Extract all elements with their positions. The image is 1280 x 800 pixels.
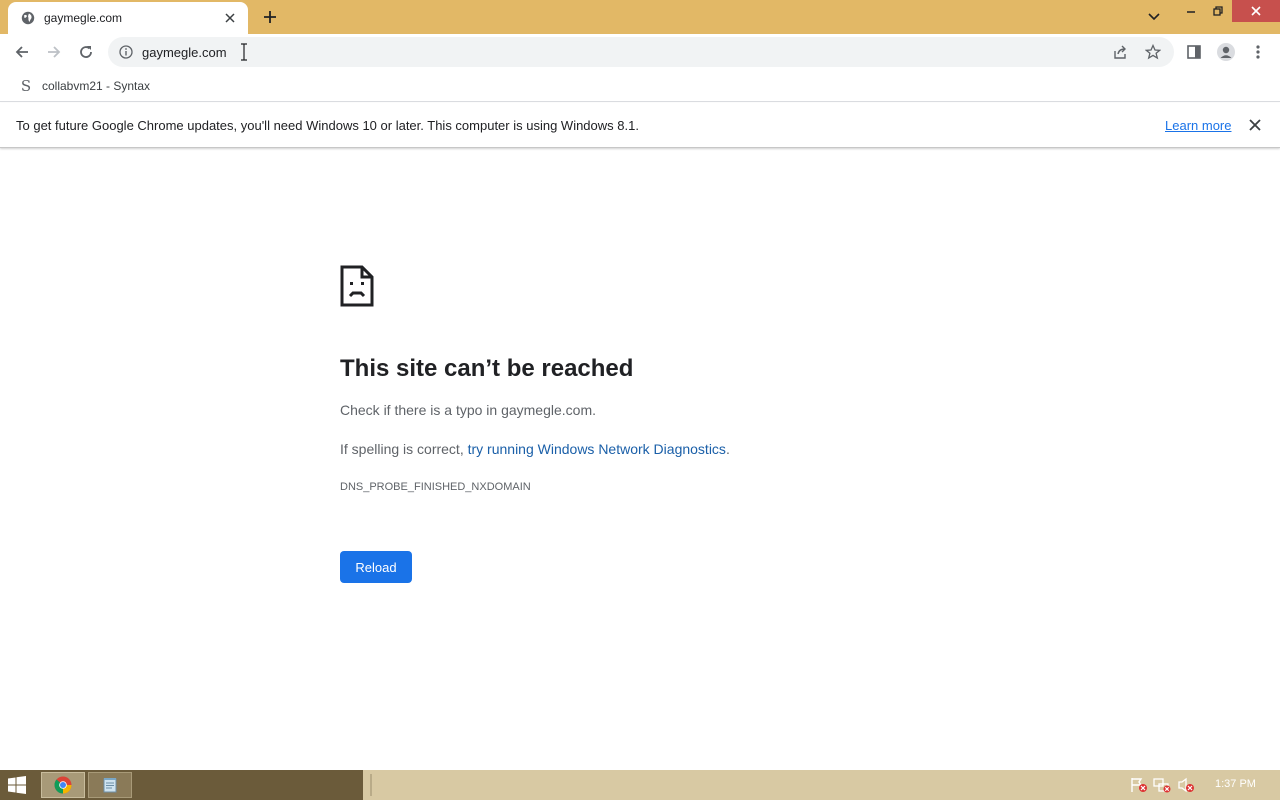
forward-button[interactable] bbox=[40, 38, 68, 66]
reload-button[interactable]: Reload bbox=[340, 551, 412, 583]
share-icon[interactable] bbox=[1112, 43, 1130, 61]
taskbar-separator bbox=[370, 774, 372, 796]
side-panel-icon[interactable] bbox=[1180, 38, 1208, 66]
taskbar-notepad-button[interactable] bbox=[88, 772, 132, 798]
tab-title: gaymegle.com bbox=[44, 11, 123, 25]
infobar-message: To get future Google Chrome updates, you… bbox=[16, 118, 639, 133]
learn-more-link[interactable]: Learn more bbox=[1165, 118, 1231, 133]
close-window-button[interactable] bbox=[1232, 0, 1280, 22]
network-diagnostics-link[interactable]: try running Windows Network Diagnostics bbox=[468, 441, 726, 457]
close-tab-icon[interactable] bbox=[222, 10, 238, 26]
profile-avatar-icon[interactable] bbox=[1212, 38, 1240, 66]
minimize-button[interactable] bbox=[1176, 0, 1206, 22]
restore-button[interactable] bbox=[1203, 0, 1233, 22]
error-title: This site can’t be reached bbox=[340, 355, 634, 382]
update-infobar: To get future Google Chrome updates, you… bbox=[0, 103, 1280, 148]
menu-kebab-icon[interactable] bbox=[1244, 38, 1272, 66]
windows-taskbar: 1:37 PM bbox=[0, 770, 1280, 800]
taskbar-chrome-button[interactable] bbox=[41, 772, 85, 798]
bookmarks-bar: S collabvm21 - Syntax bbox=[0, 70, 1280, 102]
error-suggestion-typo: Check if there is a typo in gaymegle.com… bbox=[340, 402, 597, 418]
globe-icon bbox=[20, 10, 36, 26]
error-code: DNS_PROBE_FINISHED_NXDOMAIN bbox=[340, 481, 531, 493]
reload-icon[interactable] bbox=[72, 38, 100, 66]
diagnostics-suffix: . bbox=[725, 441, 730, 457]
sad-page-icon bbox=[340, 265, 374, 307]
network-icon[interactable] bbox=[1153, 777, 1171, 793]
tab-strip: gaymegle.com bbox=[0, 0, 1280, 34]
info-icon[interactable] bbox=[118, 44, 134, 60]
action-center-flag-icon[interactable] bbox=[1130, 777, 1148, 793]
syntax-logo-icon: S bbox=[20, 77, 32, 95]
text-cursor-icon bbox=[240, 43, 248, 61]
back-button[interactable] bbox=[8, 38, 36, 66]
address-bar[interactable]: gaymegle.com bbox=[108, 37, 1174, 67]
diagnostics-prefix: If spelling is correct, bbox=[340, 441, 468, 457]
bookmark-label: collabvm21 - Syntax bbox=[42, 79, 151, 93]
url-text[interactable]: gaymegle.com bbox=[142, 45, 227, 60]
tab-search-chevron-icon[interactable] bbox=[1143, 6, 1165, 28]
volume-muted-icon[interactable] bbox=[1177, 777, 1195, 793]
windows-start-icon[interactable] bbox=[8, 776, 26, 794]
toolbar: gaymegle.com bbox=[0, 34, 1280, 70]
taskbar-clock[interactable]: 1:37 PM bbox=[1215, 778, 1256, 790]
new-tab-button[interactable] bbox=[258, 5, 282, 29]
bookmark-star-icon[interactable] bbox=[1144, 43, 1162, 61]
close-icon[interactable] bbox=[1246, 116, 1264, 134]
notepad-icon bbox=[103, 778, 117, 793]
error-suggestion-diagnostics: If spelling is correct, try running Wind… bbox=[340, 441, 730, 457]
chrome-icon bbox=[54, 776, 72, 794]
bookmark-item[interactable]: S collabvm21 - Syntax bbox=[12, 74, 156, 98]
active-tab[interactable]: gaymegle.com bbox=[8, 2, 248, 34]
